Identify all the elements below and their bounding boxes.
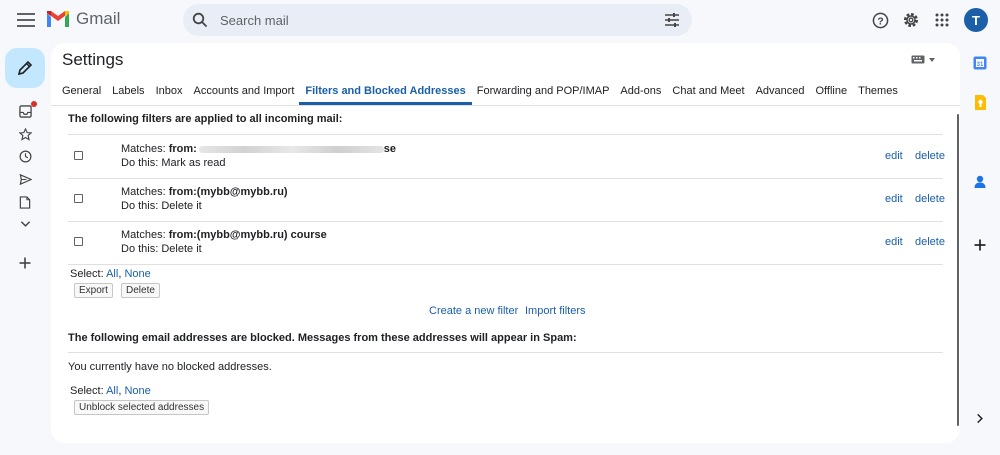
tab-accounts-and-import[interactable]: Accounts and Import — [193, 81, 294, 105]
tabs-divider — [51, 105, 960, 106]
no-blocked-message: You currently have no blocked addresses. — [68, 361, 272, 373]
filter-criteria: Matches: from: se — [121, 143, 396, 155]
plus-icon[interactable] — [972, 237, 988, 253]
blocked-select-line: Select: All, None — [70, 385, 151, 397]
edit-link[interactable]: edit — [885, 193, 903, 205]
search-icon[interactable] — [192, 12, 208, 28]
criteria-text: from:(mybb@mybb.ru) course — [168, 229, 327, 241]
filter-criteria: Matches: from:(mybb@mybb.ru) — [121, 186, 288, 198]
pencil-icon — [17, 60, 33, 76]
svg-text:?: ? — [877, 16, 883, 27]
tab-add-ons[interactable]: Add-ons — [620, 81, 661, 105]
search-bar[interactable] — [183, 4, 692, 36]
inbox-icon[interactable] — [18, 104, 32, 118]
delete-button[interactable]: Delete — [121, 283, 160, 298]
divider — [68, 264, 943, 265]
search-options-icon[interactable] — [664, 12, 680, 28]
avatar[interactable]: T — [964, 8, 988, 32]
filters-heading: The following filters are applied to all… — [68, 113, 343, 125]
criteria-tail: se — [383, 143, 397, 155]
apps-grid-icon[interactable] — [932, 10, 952, 30]
create-filter-link[interactable]: Create a new filter — [429, 305, 518, 317]
scrollbar[interactable] — [957, 114, 959, 426]
menu-icon[interactable] — [16, 10, 36, 30]
select-all-link[interactable]: All — [106, 385, 118, 397]
tab-chat-and-meet[interactable]: Chat and Meet — [672, 81, 744, 105]
tab-advanced[interactable]: Advanced — [756, 81, 805, 105]
filter-action: Do this: Mark as read — [121, 157, 226, 169]
matches-label: Matches: — [121, 186, 169, 198]
divider — [68, 352, 943, 353]
filter-action: Do this: Delete it — [121, 243, 202, 255]
delete-link[interactable]: delete — [915, 193, 945, 205]
filter-checkbox[interactable] — [74, 194, 83, 203]
input-tools-icon[interactable] — [911, 55, 935, 64]
svg-text:31: 31 — [977, 62, 984, 68]
star-icon[interactable] — [18, 127, 32, 141]
calendar-icon[interactable]: 31 — [972, 55, 988, 71]
gmail-m-icon — [47, 11, 69, 27]
contacts-icon[interactable] — [972, 174, 988, 190]
search-input[interactable] — [220, 12, 650, 28]
export-button[interactable]: Export — [74, 283, 113, 298]
tab-general[interactable]: General — [62, 81, 101, 105]
filter-row: Matches: from:(mybb@mybb.ru) course Do t… — [68, 221, 945, 264]
tab-inbox[interactable]: Inbox — [156, 81, 183, 105]
keep-icon[interactable] — [972, 94, 988, 110]
clock-icon[interactable] — [18, 149, 32, 163]
filter-row: Matches: from: se Do this: Mark as read e… — [68, 135, 945, 178]
chevron-down-icon[interactable] — [18, 217, 32, 231]
select-label: Select: — [70, 268, 107, 280]
edit-link[interactable]: edit — [885, 236, 903, 248]
settings-tabs: General Labels Inbox Accounts and Import… — [62, 81, 909, 105]
import-filters-link[interactable]: Import filters — [525, 305, 586, 317]
redacted-address — [198, 145, 384, 153]
chevron-right-icon[interactable] — [972, 410, 988, 426]
filter-criteria: Matches: from:(mybb@mybb.ru) course — [121, 229, 327, 241]
tab-offline[interactable]: Offline — [816, 81, 848, 105]
delete-link[interactable]: delete — [915, 150, 945, 162]
tab-themes[interactable]: Themes — [858, 81, 898, 105]
filters-select-line: Select: All, None — [70, 268, 151, 280]
criteria-text: from:(mybb@mybb.ru) — [168, 186, 288, 198]
logo-text: Gmail — [76, 9, 121, 28]
tab-filters-and-blocked-addresses[interactable]: Filters and Blocked Addresses — [299, 81, 473, 105]
compose-button[interactable] — [5, 48, 45, 88]
filter-checkbox[interactable] — [74, 237, 83, 246]
notification-dot — [31, 101, 37, 107]
draft-icon[interactable] — [18, 195, 32, 209]
select-label: Select: — [70, 385, 107, 397]
filter-checkbox[interactable] — [74, 151, 83, 160]
top-bar: Gmail ? T — [0, 0, 1000, 40]
delete-link[interactable]: delete — [915, 236, 945, 248]
edit-link[interactable]: edit — [885, 150, 903, 162]
unblock-button[interactable]: Unblock selected addresses — [74, 400, 210, 415]
matches-label: Matches: — [121, 143, 169, 155]
criteria-text: from: — [168, 143, 197, 155]
filter-action: Do this: Delete it — [121, 200, 202, 212]
send-icon[interactable] — [18, 172, 32, 186]
tab-forwarding-pop-imap[interactable]: Forwarding and POP/IMAP — [477, 81, 610, 105]
help-icon[interactable]: ? — [870, 10, 890, 30]
matches-label: Matches: — [121, 229, 169, 241]
select-none-link[interactable]: None — [124, 268, 150, 280]
tab-labels[interactable]: Labels — [112, 81, 144, 105]
gmail-logo[interactable]: Gmail — [46, 9, 120, 29]
blocked-heading: The following email addresses are blocke… — [68, 332, 577, 344]
settings-icon[interactable] — [901, 10, 921, 30]
select-all-link[interactable]: All — [106, 268, 118, 280]
settings-panel: Settings General Labels Inbox Accounts a… — [51, 43, 960, 443]
select-none-link[interactable]: None — [124, 385, 150, 397]
plus-icon[interactable] — [18, 256, 32, 270]
filter-row: Matches: from:(mybb@mybb.ru) Do this: De… — [68, 178, 945, 221]
page-title: Settings — [62, 50, 124, 69]
